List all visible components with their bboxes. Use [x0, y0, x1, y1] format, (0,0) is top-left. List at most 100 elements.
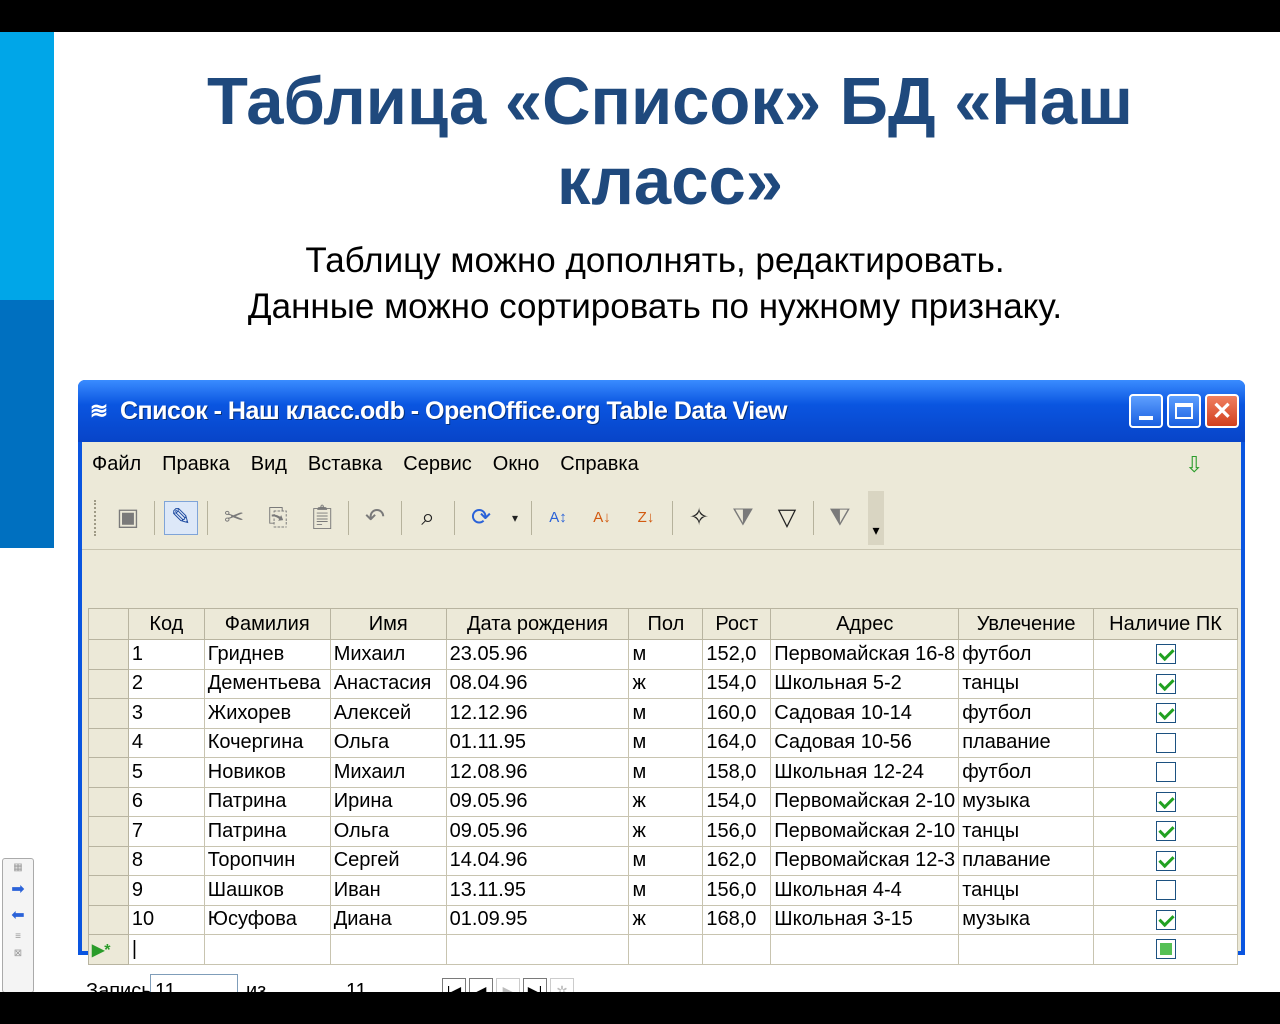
- row-header[interactable]: [88, 786, 129, 817]
- table-cell[interactable]: Иван: [329, 875, 447, 906]
- table-cell[interactable]: Ольга: [329, 816, 447, 847]
- corner-header[interactable]: [88, 608, 129, 640]
- table-cell[interactable]: 156,0: [702, 816, 772, 847]
- checkbox-checked-icon[interactable]: [1155, 703, 1176, 724]
- checkbox-unchecked-icon[interactable]: [1155, 880, 1176, 901]
- column-header-surname[interactable]: Фамилия: [203, 608, 331, 640]
- table-cell[interactable]: Ирина: [329, 786, 447, 817]
- menu-edit[interactable]: Правка: [162, 453, 230, 476]
- toolbar-overflow-button[interactable]: ▾: [868, 490, 884, 545]
- table-cell[interactable]: танцы: [958, 668, 1095, 699]
- table-cell[interactable]: Садовая 10-14: [770, 698, 960, 729]
- menu-help[interactable]: Справка: [560, 453, 638, 476]
- table-cell[interactable]: футбол: [958, 639, 1095, 670]
- table-cell[interactable]: 10: [127, 904, 205, 935]
- has-pc-cell[interactable]: [1093, 698, 1238, 729]
- paste-icon[interactable]: 📋︎: [305, 501, 339, 535]
- copy-icon[interactable]: ⎘: [261, 501, 295, 535]
- toolbar-grip[interactable]: [94, 499, 98, 536]
- new-record-code-cell[interactable]: |: [127, 934, 205, 965]
- checkbox-checked-icon[interactable]: [1155, 673, 1176, 694]
- table-cell[interactable]: 09.05.96: [445, 786, 630, 817]
- table-row[interactable]: 3 Жихорев Алексей 12.12.96 м 160,0 Садовая 10-…: [88, 698, 1238, 729]
- has-pc-cell[interactable]: [1093, 875, 1238, 906]
- table-cell[interactable]: м: [628, 845, 704, 876]
- maximize-button[interactable]: [1167, 394, 1201, 428]
- new-record-row-header[interactable]: ▶*: [88, 934, 129, 965]
- menu-window[interactable]: Окно: [493, 453, 539, 476]
- column-header-code[interactable]: Код: [127, 608, 205, 640]
- new-record-cell[interactable]: [329, 934, 447, 965]
- table-cell[interactable]: 1: [127, 639, 205, 670]
- table-cell[interactable]: ж: [628, 904, 704, 935]
- table-cell[interactable]: Торопчин: [203, 845, 331, 876]
- table-cell[interactable]: Школьная 12-24: [770, 757, 960, 788]
- table-cell[interactable]: 8: [127, 845, 205, 876]
- table-cell[interactable]: 14.04.96: [445, 845, 630, 876]
- table-cell[interactable]: 2: [127, 668, 205, 699]
- table-cell[interactable]: Патрина: [203, 816, 331, 847]
- table-cell[interactable]: Школьная 4-4: [770, 875, 960, 906]
- undo-icon[interactable]: ↶: [358, 501, 392, 535]
- table-cell[interactable]: м: [628, 875, 704, 906]
- has-pc-cell[interactable]: [1093, 816, 1238, 847]
- table-cell[interactable]: м: [628, 757, 704, 788]
- table-row[interactable]: 5 Новиков Михаил 12.08.96 м 158,0 Школьная 12-…: [88, 757, 1238, 788]
- has-pc-cell[interactable]: [1093, 904, 1238, 935]
- cut-icon[interactable]: ✂: [217, 501, 251, 535]
- table-cell[interactable]: 152,0: [702, 639, 772, 670]
- column-header-has-pc[interactable]: Наличие ПК: [1093, 608, 1238, 640]
- table-row[interactable]: 7 Патрина Ольга 09.05.96 ж 156,0 Первомайская …: [88, 816, 1238, 847]
- table-cell[interactable]: Гриднев: [203, 639, 331, 670]
- new-record-cell[interactable]: [445, 934, 630, 965]
- column-header-height[interactable]: Рост: [702, 608, 772, 640]
- table-row[interactable]: 4 Кочергина Ольга 01.11.95 м 164,0 Садовая 10-…: [88, 727, 1238, 758]
- table-cell[interactable]: Новиков: [203, 757, 331, 788]
- row-header[interactable]: [88, 639, 129, 670]
- table-cell[interactable]: 154,0: [702, 786, 772, 817]
- table-cell[interactable]: ж: [628, 786, 704, 817]
- window-titlebar[interactable]: ≋ Список - Наш класс.odb - OpenOffice.or…: [78, 380, 1245, 442]
- table-cell[interactable]: Патрина: [203, 786, 331, 817]
- autofilter-icon[interactable]: ✧: [682, 501, 716, 535]
- table-cell[interactable]: Ольга: [329, 727, 447, 758]
- sort-ascending-icon[interactable]: A↓: [585, 501, 619, 535]
- edit-icon[interactable]: ✎: [164, 500, 198, 535]
- new-record-cell[interactable]: [203, 934, 331, 965]
- checkbox-unchecked-icon[interactable]: [1155, 762, 1176, 783]
- table-cell[interactable]: 160,0: [702, 698, 772, 729]
- table-cell[interactable]: Диана: [329, 904, 447, 935]
- new-record-has-pc-cell[interactable]: [1093, 934, 1238, 965]
- checkbox-unchecked-icon[interactable]: [1155, 732, 1176, 753]
- find-icon[interactable]: ⌕: [411, 501, 445, 535]
- row-header[interactable]: [88, 757, 129, 788]
- checkbox-checked-icon[interactable]: [1155, 821, 1176, 842]
- checkbox-checked-icon[interactable]: [1155, 850, 1176, 871]
- has-pc-cell[interactable]: [1093, 668, 1238, 699]
- row-header[interactable]: [88, 845, 129, 876]
- table-cell[interactable]: Дементьева: [203, 668, 331, 699]
- new-record-row[interactable]: ▶* |: [88, 934, 1238, 965]
- has-pc-cell[interactable]: [1093, 757, 1238, 788]
- column-header-name[interactable]: Имя: [329, 608, 447, 640]
- previous-slide-icon[interactable]: ⬅: [11, 905, 24, 925]
- table-cell[interactable]: 13.11.95: [445, 875, 630, 906]
- sort-descending-icon[interactable]: Z↓: [629, 501, 663, 535]
- table-cell[interactable]: Первомайская 2-10: [770, 786, 960, 817]
- table-cell[interactable]: футбол: [958, 757, 1095, 788]
- checkbox-checked-icon[interactable]: [1155, 791, 1176, 812]
- checkbox-checked-icon[interactable]: [1155, 644, 1176, 665]
- table-cell[interactable]: Первомайская 2-10: [770, 816, 960, 847]
- table-cell[interactable]: танцы: [958, 816, 1095, 847]
- table-cell[interactable]: Первомайская 16-8: [770, 639, 960, 670]
- has-pc-cell[interactable]: [1093, 845, 1238, 876]
- has-pc-cell[interactable]: [1093, 786, 1238, 817]
- table-cell[interactable]: плавание: [958, 845, 1095, 876]
- column-header-sex[interactable]: Пол: [628, 608, 704, 640]
- table-cell[interactable]: музыка: [958, 786, 1095, 817]
- table-cell[interactable]: 12.12.96: [445, 698, 630, 729]
- table-cell[interactable]: танцы: [958, 875, 1095, 906]
- table-cell[interactable]: футбол: [958, 698, 1095, 729]
- menu-tools[interactable]: Сервис: [403, 453, 472, 476]
- table-cell[interactable]: 156,0: [702, 875, 772, 906]
